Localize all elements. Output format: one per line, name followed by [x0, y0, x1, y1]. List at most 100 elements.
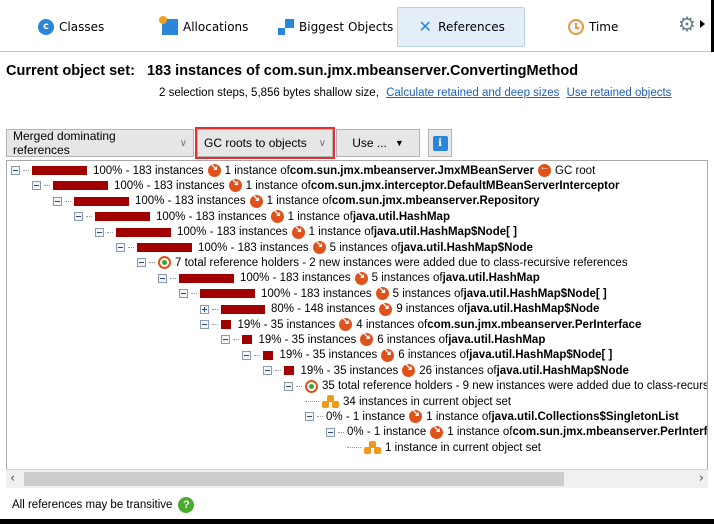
- tree-connector: [170, 277, 176, 279]
- collapse-icon[interactable]: [284, 381, 293, 391]
- collapse-icon[interactable]: [242, 350, 251, 360]
- scroll-left-icon[interactable]: ‹: [10, 471, 15, 486]
- instance-percentage: 100% - 183 instances: [156, 210, 267, 223]
- tree-row[interactable]: 100% - 183 instances 5 instances of java.…: [116, 239, 533, 255]
- collapse-icon[interactable]: [11, 166, 20, 175]
- horizontal-scrollbar[interactable]: ‹ ›: [6, 469, 708, 488]
- collapse-icon[interactable]: [158, 273, 167, 283]
- collapse-icon[interactable]: [95, 227, 104, 237]
- instance-percentage: 80% - 148 instances: [271, 303, 376, 316]
- collapse-icon[interactable]: [200, 320, 209, 329]
- tree-connector: [86, 216, 92, 218]
- tree-connector: [44, 185, 50, 187]
- time-icon: [568, 19, 584, 35]
- instance-percentage: 100% - 183 instances: [177, 226, 288, 239]
- gear-icon[interactable]: ⚙: [678, 14, 696, 34]
- retained-percentage-bar: [263, 350, 274, 360]
- tree-row[interactable]: 80% - 148 instances 9 instances of java.u…: [200, 301, 600, 317]
- retained-percentage-bar: [200, 289, 255, 299]
- summary-text: 2 selection steps, 5,856 bytes shallow s…: [159, 87, 379, 99]
- tree-connector: [275, 370, 281, 372]
- reference-holders-icon: [158, 256, 171, 270]
- instance-percentage: 19% - 35 instances: [237, 318, 336, 331]
- tab-time[interactable]: Time: [558, 7, 628, 47]
- collapse-icon[interactable]: [32, 181, 41, 191]
- references-icon: ✕: [418, 17, 432, 36]
- tree-row[interactable]: 100% - 183 instances 1 instance of com.su…: [11, 162, 596, 178]
- tree-row[interactable]: 7 total reference holders - 2 new instan…: [137, 255, 628, 270]
- collapse-icon[interactable]: [74, 212, 83, 222]
- tree-row[interactable]: 19% - 35 instances 4 instances of com.sun…: [200, 316, 642, 332]
- use-retained-objects-link[interactable]: Use retained objects: [567, 87, 672, 99]
- tree-connector: [107, 231, 113, 233]
- tree-row[interactable]: 35 total reference holders - 9 new insta…: [284, 379, 707, 394]
- tree-connector: [149, 262, 155, 264]
- tree-row[interactable]: 100% - 183 instances 1 instance of java.u…: [95, 224, 517, 240]
- collapse-icon[interactable]: [53, 196, 62, 206]
- tab-label: Allocations: [183, 20, 249, 34]
- collapse-icon[interactable]: [326, 427, 335, 437]
- class-name: java.util.HashMap$Node: [467, 303, 600, 316]
- help-icon[interactable]: ?: [178, 497, 195, 513]
- current-object-set-title: 183 instances of com.sun.jmx.mbeanserver…: [146, 63, 579, 79]
- tab-references[interactable]: ✕ References: [397, 7, 525, 47]
- calculate-retained-link[interactable]: Calculate retained and deep sizes: [386, 87, 559, 99]
- direction-value: GC roots to objects: [204, 136, 307, 150]
- scrollbar-thumb[interactable]: [24, 472, 564, 486]
- collapse-icon[interactable]: [221, 335, 230, 345]
- gc-root-label: GC root: [555, 164, 596, 177]
- tree-row[interactable]: 0% - 1 instance 1 instance of java.util.C…: [305, 408, 679, 424]
- reference-arrow-icon: [291, 224, 305, 239]
- scroll-right-icon[interactable]: ›: [699, 471, 704, 486]
- collapse-icon[interactable]: [116, 243, 125, 252]
- tab-classes[interactable]: c Classes: [28, 7, 114, 47]
- classes-icon: c: [38, 19, 54, 35]
- info-button[interactable]: i: [428, 129, 452, 157]
- tree-row[interactable]: 100% - 183 instances 5 instances of java.…: [158, 270, 540, 286]
- reference-holders-icon: [305, 379, 318, 393]
- reference-holders-text: 35 total reference holders - 9 new insta…: [322, 380, 707, 393]
- tree-connector: [65, 200, 71, 202]
- tab-allocations[interactable]: Allocations: [152, 7, 258, 47]
- tree-row[interactable]: 19% - 35 instances 6 instances of java.ut…: [221, 331, 545, 347]
- expand-icon[interactable]: [200, 304, 209, 314]
- tree-row[interactable]: 34 instances in current object set: [305, 394, 511, 409]
- collapse-icon[interactable]: [179, 289, 188, 299]
- class-name: java.util.HashMap$Node[ ]: [463, 287, 607, 300]
- tree-row[interactable]: 19% - 35 instances 26 instances of java.u…: [263, 362, 629, 378]
- instance-count: 1 instance of: [287, 210, 353, 223]
- class-name: java.util.HashMap$Node: [400, 241, 533, 254]
- instance-count: 9 instances of: [396, 303, 468, 316]
- reference-tree[interactable]: 100% - 183 instances 1 instance of com.su…: [6, 160, 708, 488]
- instance-count: 1 instance of: [447, 426, 513, 439]
- tree-row[interactable]: 0% - 1 instance 1 instance of com.sun.jmx…: [326, 424, 707, 440]
- collapse-icon[interactable]: [137, 258, 146, 268]
- tab-biggest-objects[interactable]: Biggest Objects: [268, 7, 403, 47]
- retained-percentage-bar: [221, 320, 232, 329]
- tree-row[interactable]: 100% - 183 instances 1 instance of com.su…: [53, 193, 540, 209]
- class-name: java.util.HashMap$Node: [496, 364, 629, 377]
- tab-label: Biggest Objects: [299, 20, 394, 34]
- tree-row[interactable]: 1 instance in current object set: [347, 440, 541, 455]
- object-set-summary: 2 selection steps, 5,856 bytes shallow s…: [159, 87, 671, 99]
- class-name: java.util.HashMap: [442, 272, 540, 285]
- retained-percentage-bar: [116, 227, 171, 237]
- view-mode-dropdown[interactable]: Merged dominating references ∨: [6, 129, 194, 157]
- instance-count: 6 instances of: [398, 349, 470, 362]
- reference-arrow-icon: [354, 270, 368, 285]
- class-name: com.sun.jmx.mbeanserver.PerInterface: [427, 318, 642, 331]
- collapse-icon[interactable]: [305, 412, 314, 422]
- direction-dropdown[interactable]: GC roots to objects ∨: [195, 127, 335, 159]
- instance-percentage: 19% - 35 instances: [279, 349, 378, 362]
- tree-row[interactable]: 100% - 183 instances 5 instances of java.…: [179, 285, 607, 301]
- tree-row[interactable]: 19% - 35 instances 6 instances of java.ut…: [242, 347, 612, 363]
- tree-row[interactable]: 100% - 183 instances 1 instance of com.su…: [32, 177, 620, 193]
- instance-count: 5 instances of: [371, 272, 443, 285]
- instance-count: 5 instances of: [392, 287, 464, 300]
- tree-row[interactable]: 100% - 183 instances 1 instance of java.u…: [74, 208, 450, 224]
- collapse-icon[interactable]: [263, 366, 272, 376]
- object-set-text: 34 instances in current object set: [343, 395, 512, 408]
- gear-menu-arrow-icon[interactable]: [700, 20, 705, 28]
- use-menu-button[interactable]: Use ... ▼: [336, 129, 420, 157]
- instance-count: 4 instances of: [356, 318, 428, 331]
